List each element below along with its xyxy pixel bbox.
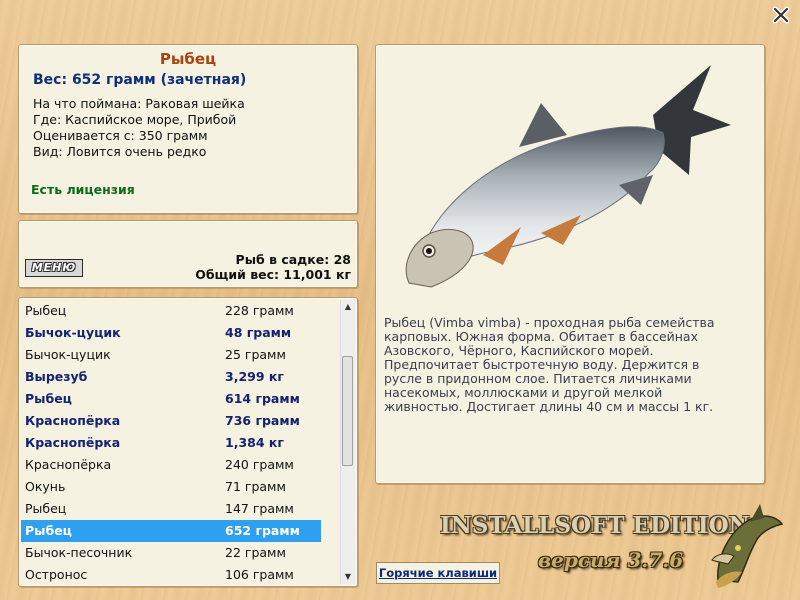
list-item-name: Бычок-песочник xyxy=(25,545,133,560)
list-item-weight: 71 грамм xyxy=(225,479,286,494)
list-item-name: Рыбец xyxy=(25,303,67,318)
fish-info-panel: Рыбец Вес: 652 грамм (зачетная) На что п… xyxy=(18,44,358,214)
list-item[interactable]: Бычок-цуцик 25 грамм xyxy=(21,344,321,366)
list-item-weight: 106 грамм xyxy=(225,567,294,582)
list-item[interactable]: Рыбец 652 грамм xyxy=(21,520,321,542)
close-icon[interactable] xyxy=(772,6,790,24)
list-item-name: Вырезуб xyxy=(25,369,88,384)
list-item[interactable]: Рыбец 147 грамм xyxy=(21,498,321,520)
list-item[interactable]: Краснопёрка 1,384 кг xyxy=(21,432,321,454)
list-item-name: Рыбец xyxy=(25,501,67,516)
list-item[interactable]: Остронос 106 грамм xyxy=(21,564,321,586)
list-item-weight: 22 грамм xyxy=(225,545,286,560)
list-item[interactable]: Бычок-песочник 22 грамм xyxy=(21,542,321,564)
list-item-weight: 25 грамм xyxy=(225,347,286,362)
rarity-info: Вид: Ловится очень редко xyxy=(33,144,207,159)
list-item-weight: 1,384 кг xyxy=(225,435,284,450)
total-weight: Общий вес: 11,001 кг xyxy=(195,267,351,282)
menu-button[interactable]: МЕНЮ xyxy=(25,259,83,277)
list-item-weight: 48 грамм xyxy=(225,325,292,340)
pike-logo-icon xyxy=(711,504,784,588)
license-status: Есть лицензия xyxy=(31,182,135,197)
list-item-weight: 228 грамм xyxy=(225,303,294,318)
list-item[interactable]: Бычок-цуцик 48 грамм xyxy=(21,322,321,344)
fish-weight: Вес: 652 грамм (зачетная) xyxy=(33,72,247,88)
list-item-name: Бычок-цуцик xyxy=(25,347,111,362)
catch-list[interactable]: Рыбец 228 грамм Бычок-цуцик 48 грамм Бычок-ц… xyxy=(18,297,358,587)
version-label: версия 3.7.6 xyxy=(538,548,684,572)
list-item-weight: 736 грамм xyxy=(225,413,300,428)
list-item-weight: 614 грамм xyxy=(225,391,300,406)
fish-title: Рыбец xyxy=(159,50,217,68)
list-item-name: Остронос xyxy=(25,567,88,582)
list-item-name: Краснопёрка xyxy=(25,413,121,428)
list-item[interactable]: Вырезуб 3,299 кг xyxy=(21,366,321,388)
list-item[interactable]: Рыбец 614 грамм xyxy=(21,388,321,410)
list-item[interactable]: Окунь 71 грамм xyxy=(21,476,321,498)
scroll-up-icon[interactable]: ▲ xyxy=(341,300,355,314)
location-info: Где: Каспийское море, Прибой xyxy=(33,112,237,127)
list-item-name: Краснопёрка xyxy=(25,457,112,472)
scrollbar[interactable]: ▲ ▼ xyxy=(340,300,355,584)
scroll-down-icon[interactable]: ▼ xyxy=(341,570,355,584)
list-item-weight: 3,299 кг xyxy=(225,369,284,384)
list-item-name: Краснопёрка xyxy=(25,435,121,450)
rating-info: Оценивается с: 350 грамм xyxy=(33,128,208,143)
list-item-weight: 652 грамм xyxy=(225,523,300,538)
fish-description: Рыбец (Vimba vimba) - проходная рыба сем… xyxy=(384,315,715,414)
list-item-name: Окунь xyxy=(25,479,66,494)
keepnet-stats-panel: МЕНЮ Рыб в садке: 28 Общий вес: 11,001 к… xyxy=(18,220,358,288)
list-item-name: Бычок-цуцик xyxy=(25,325,121,340)
list-item[interactable]: Рыбец 228 грамм xyxy=(21,300,321,322)
fish-image xyxy=(405,65,731,288)
list-item-weight: 147 грамм xyxy=(225,501,294,516)
scroll-thumb[interactable] xyxy=(342,356,353,466)
list-item[interactable]: Краснопёрка 736 грамм xyxy=(21,410,321,432)
list-item-name: Рыбец xyxy=(25,523,72,538)
list-item[interactable]: Краснопёрка 240 грамм xyxy=(21,454,321,476)
list-item-name: Рыбец xyxy=(25,391,72,406)
bait-info: На что поймана: Раковая шейка xyxy=(33,96,245,111)
hotkeys-button[interactable]: Горячие клавиши xyxy=(376,562,500,584)
fish-count: Рыб в садке: 28 xyxy=(235,252,351,267)
fish-image-panel: Рыбец (Vimba vimba) - проходная рыба сем… xyxy=(375,44,765,484)
list-item-weight: 240 грамм xyxy=(225,457,294,472)
